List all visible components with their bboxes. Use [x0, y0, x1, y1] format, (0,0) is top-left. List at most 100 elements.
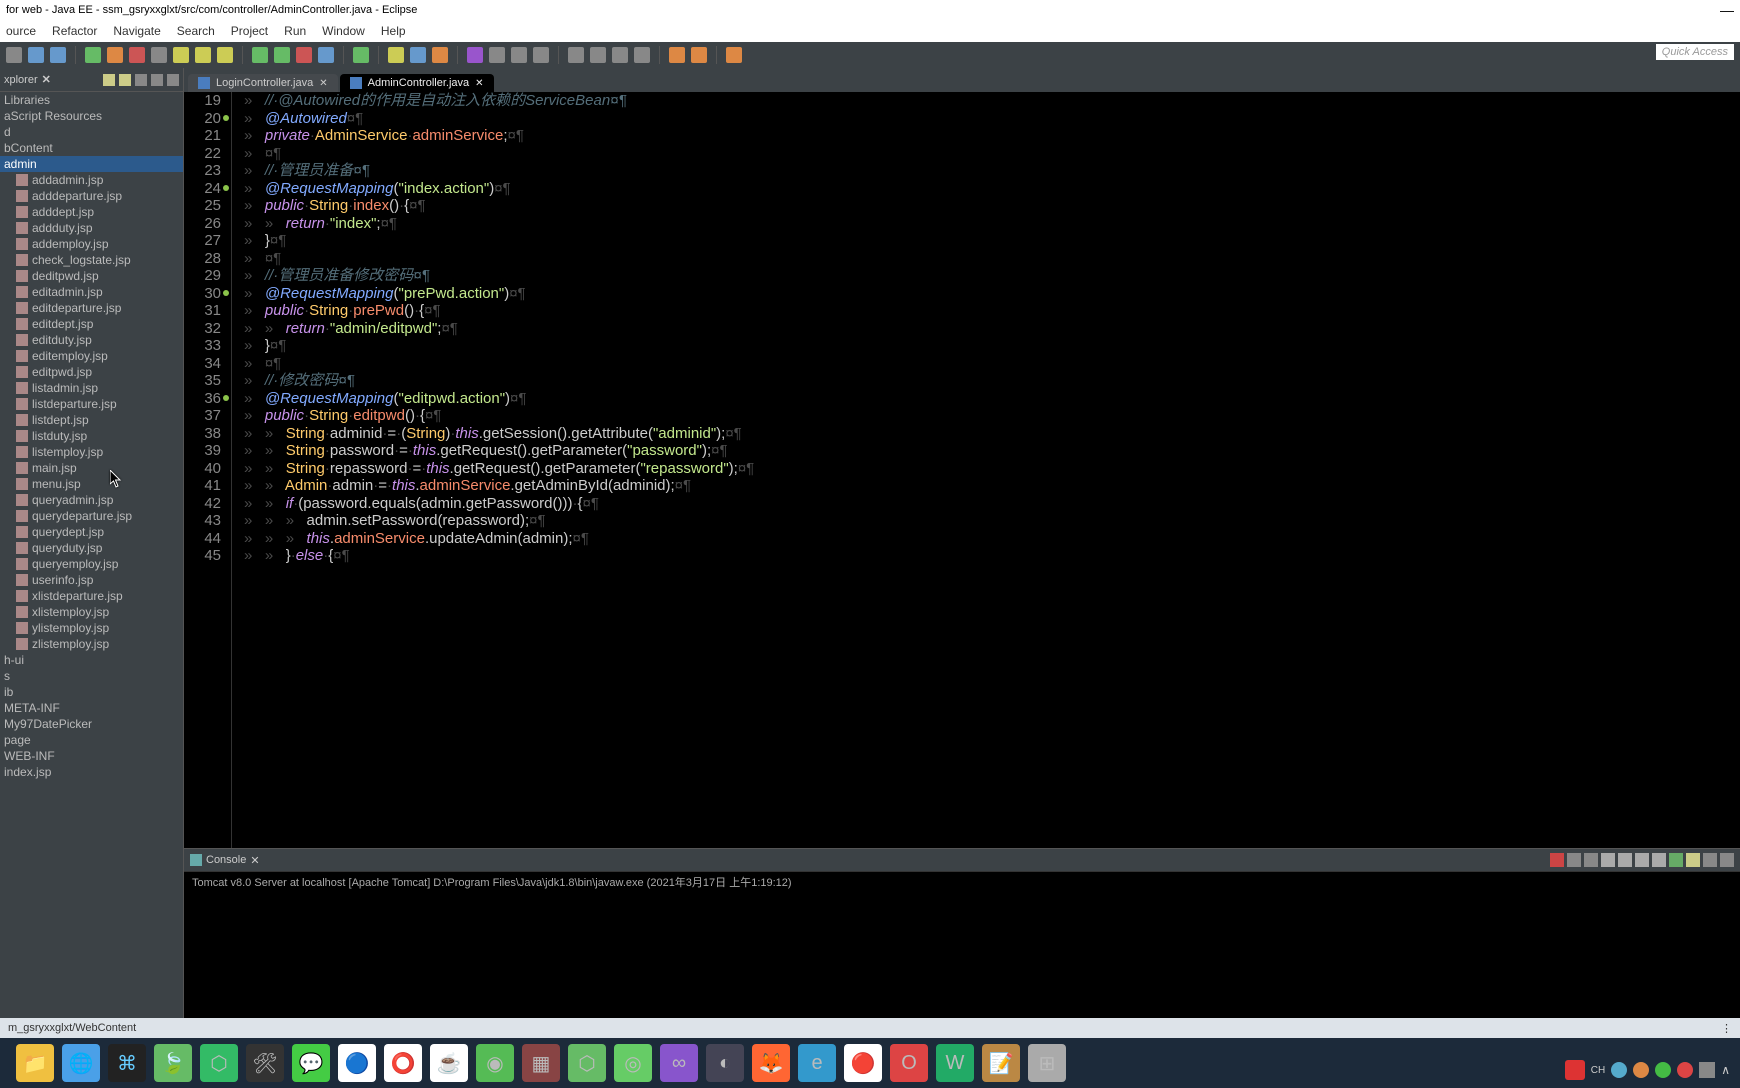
terminate-icon[interactable] [129, 47, 145, 63]
grid1-icon[interactable] [568, 47, 584, 63]
code-line[interactable]: » » Admin·admin·=·this.adminService.getA… [244, 477, 1740, 495]
code-line[interactable]: » » » this.adminService.updateAdmin(admi… [244, 530, 1740, 548]
tree-item[interactable]: ib [0, 684, 183, 700]
tree-item[interactable]: index.jsp [0, 764, 183, 780]
tree-item[interactable]: check_logstate.jsp [0, 252, 183, 268]
code-line[interactable]: » }¤¶ [244, 337, 1740, 355]
editor-tab[interactable]: AdminController.java✕ [340, 74, 494, 92]
console-display-icon[interactable] [1652, 853, 1666, 867]
code-line[interactable]: » public·String·index()·{¤¶ [244, 197, 1740, 215]
menu-project[interactable]: Project [231, 24, 268, 38]
code-content[interactable]: » //·@Autowired的作用是自动注入依赖的ServiceBean¤¶»… [232, 92, 1740, 848]
override-marker-icon[interactable] [223, 290, 229, 296]
code-line[interactable]: » » return·"admin/editpwd";¤¶ [244, 320, 1740, 338]
tree-item[interactable]: editdept.jsp [0, 316, 183, 332]
code-line[interactable]: » private·AdminService·adminService;¤¶ [244, 127, 1740, 145]
explorer-close-icon[interactable]: ✕ [42, 73, 51, 86]
tree-item[interactable]: queryduty.jsp [0, 540, 183, 556]
tree-item[interactable]: Libraries [0, 92, 183, 108]
back-icon[interactable] [669, 47, 685, 63]
tree-item[interactable]: menu.jsp [0, 476, 183, 492]
code-line[interactable]: » » String·repassword·=·this.getRequest(… [244, 460, 1740, 478]
run-last-icon[interactable] [318, 47, 334, 63]
tree-item[interactable]: listdeparture.jsp [0, 396, 183, 412]
code-line[interactable]: » » }·else·{¤¶ [244, 547, 1740, 565]
step-over-icon[interactable] [195, 47, 211, 63]
tree-item[interactable]: editadmin.jsp [0, 284, 183, 300]
tray-sogou-icon[interactable] [1565, 1060, 1585, 1080]
console-clear-icon[interactable] [1601, 853, 1615, 867]
save-all-icon[interactable] [50, 47, 66, 63]
tree-item[interactable]: META-INF [0, 700, 183, 716]
suspend-icon[interactable] [107, 47, 123, 63]
search-icon[interactable] [432, 47, 448, 63]
tray-network-icon[interactable] [1611, 1062, 1627, 1078]
run-icon[interactable] [274, 47, 290, 63]
taskbar-firefox-icon[interactable]: 🦊 [752, 1044, 790, 1082]
tree-item[interactable]: xlistdeparture.jsp [0, 588, 183, 604]
console-new-icon[interactable] [1686, 853, 1700, 867]
override-marker-icon[interactable] [223, 185, 229, 191]
link-editor-icon[interactable] [119, 74, 131, 86]
console-remove-all-icon[interactable] [1584, 853, 1598, 867]
annotation-icon[interactable] [467, 47, 483, 63]
tree-item[interactable]: xlistemploy.jsp [0, 604, 183, 620]
menu-help[interactable]: Help [381, 24, 406, 38]
console-title-label[interactable]: Console [206, 854, 246, 866]
taskbar-eclipse-icon[interactable]: ◐ [706, 1044, 744, 1082]
taskbar-edge-icon[interactable]: e [798, 1044, 836, 1082]
status-menu-icon[interactable]: ⋮ [1721, 1022, 1732, 1035]
taskbar-app3-icon[interactable]: ⬡ [200, 1044, 238, 1082]
taskbar-app7-icon[interactable]: ◎ [614, 1044, 652, 1082]
console-remove-icon[interactable] [1567, 853, 1581, 867]
taskbar-explorer-icon[interactable]: 📁 [16, 1044, 54, 1082]
console-max-icon[interactable] [1720, 853, 1734, 867]
tree-item[interactable]: editemploy.jsp [0, 348, 183, 364]
tree-item[interactable]: adddeparture.jsp [0, 188, 183, 204]
step-into-icon[interactable] [173, 47, 189, 63]
step-return-icon[interactable] [217, 47, 233, 63]
grid4-icon[interactable] [634, 47, 650, 63]
file-tree[interactable]: LibrariesaScript ResourcesdbContentadmin… [0, 92, 183, 1038]
resume-icon[interactable] [85, 47, 101, 63]
next-annotation-icon[interactable] [511, 47, 527, 63]
maximize-view-icon[interactable] [167, 74, 179, 86]
override-marker-icon[interactable] [223, 115, 229, 121]
taskbar-app2-icon[interactable]: 🍃 [154, 1044, 192, 1082]
code-editor[interactable]: 1920212223242526272829303132333435363738… [184, 92, 1740, 848]
taskbar-ie-icon[interactable]: 🌐 [62, 1044, 100, 1082]
tray-wechat-icon[interactable] [1655, 1062, 1671, 1078]
code-line[interactable]: » @Autowired¤¶ [244, 110, 1740, 128]
code-line[interactable]: » ¤¶ [244, 355, 1740, 373]
code-line[interactable]: » @RequestMapping("prePwd.action")¤¶ [244, 285, 1740, 303]
code-line[interactable]: » » String·adminid·=·(String)·this.getSe… [244, 425, 1740, 443]
quick-access-input[interactable]: Quick Access [1656, 44, 1734, 60]
taskbar-opera-icon[interactable]: O [890, 1044, 928, 1082]
last-edit-icon[interactable] [533, 47, 549, 63]
code-line[interactable]: » public·String·editpwd()·{¤¶ [244, 407, 1740, 425]
code-line[interactable]: » » » admin.setPassword(repassword);¤¶ [244, 512, 1740, 530]
console-min-icon[interactable] [1703, 853, 1717, 867]
tree-item[interactable]: ylistemploy.jsp [0, 620, 183, 636]
console-open-icon[interactable] [1669, 853, 1683, 867]
taskbar-chromium-icon[interactable]: ⭕ [384, 1044, 422, 1082]
tree-item[interactable]: editdeparture.jsp [0, 300, 183, 316]
disconnect-icon[interactable] [151, 47, 167, 63]
code-line[interactable]: » ¤¶ [244, 145, 1740, 163]
grid2-icon[interactable] [590, 47, 606, 63]
menu-source[interactable]: ource [6, 24, 36, 38]
tree-item[interactable]: My97DatePicker [0, 716, 183, 732]
menu-navigate[interactable]: Navigate [113, 24, 160, 38]
new-icon[interactable] [6, 47, 22, 63]
code-line[interactable]: » //·修改密码¤¶ [244, 372, 1740, 390]
menu-run[interactable]: Run [284, 24, 306, 38]
code-line[interactable]: » @RequestMapping("index.action")¤¶ [244, 180, 1740, 198]
coverage-icon[interactable] [296, 47, 312, 63]
debug-icon[interactable] [252, 47, 268, 63]
tree-item[interactable]: editpwd.jsp [0, 364, 183, 380]
taskbar-app8-icon[interactable]: 📝 [982, 1044, 1020, 1082]
collapse-all-icon[interactable] [103, 74, 115, 86]
tree-item[interactable]: listduty.jsp [0, 428, 183, 444]
tree-item[interactable]: page [0, 732, 183, 748]
tab-close-icon[interactable]: ✕ [319, 78, 327, 89]
